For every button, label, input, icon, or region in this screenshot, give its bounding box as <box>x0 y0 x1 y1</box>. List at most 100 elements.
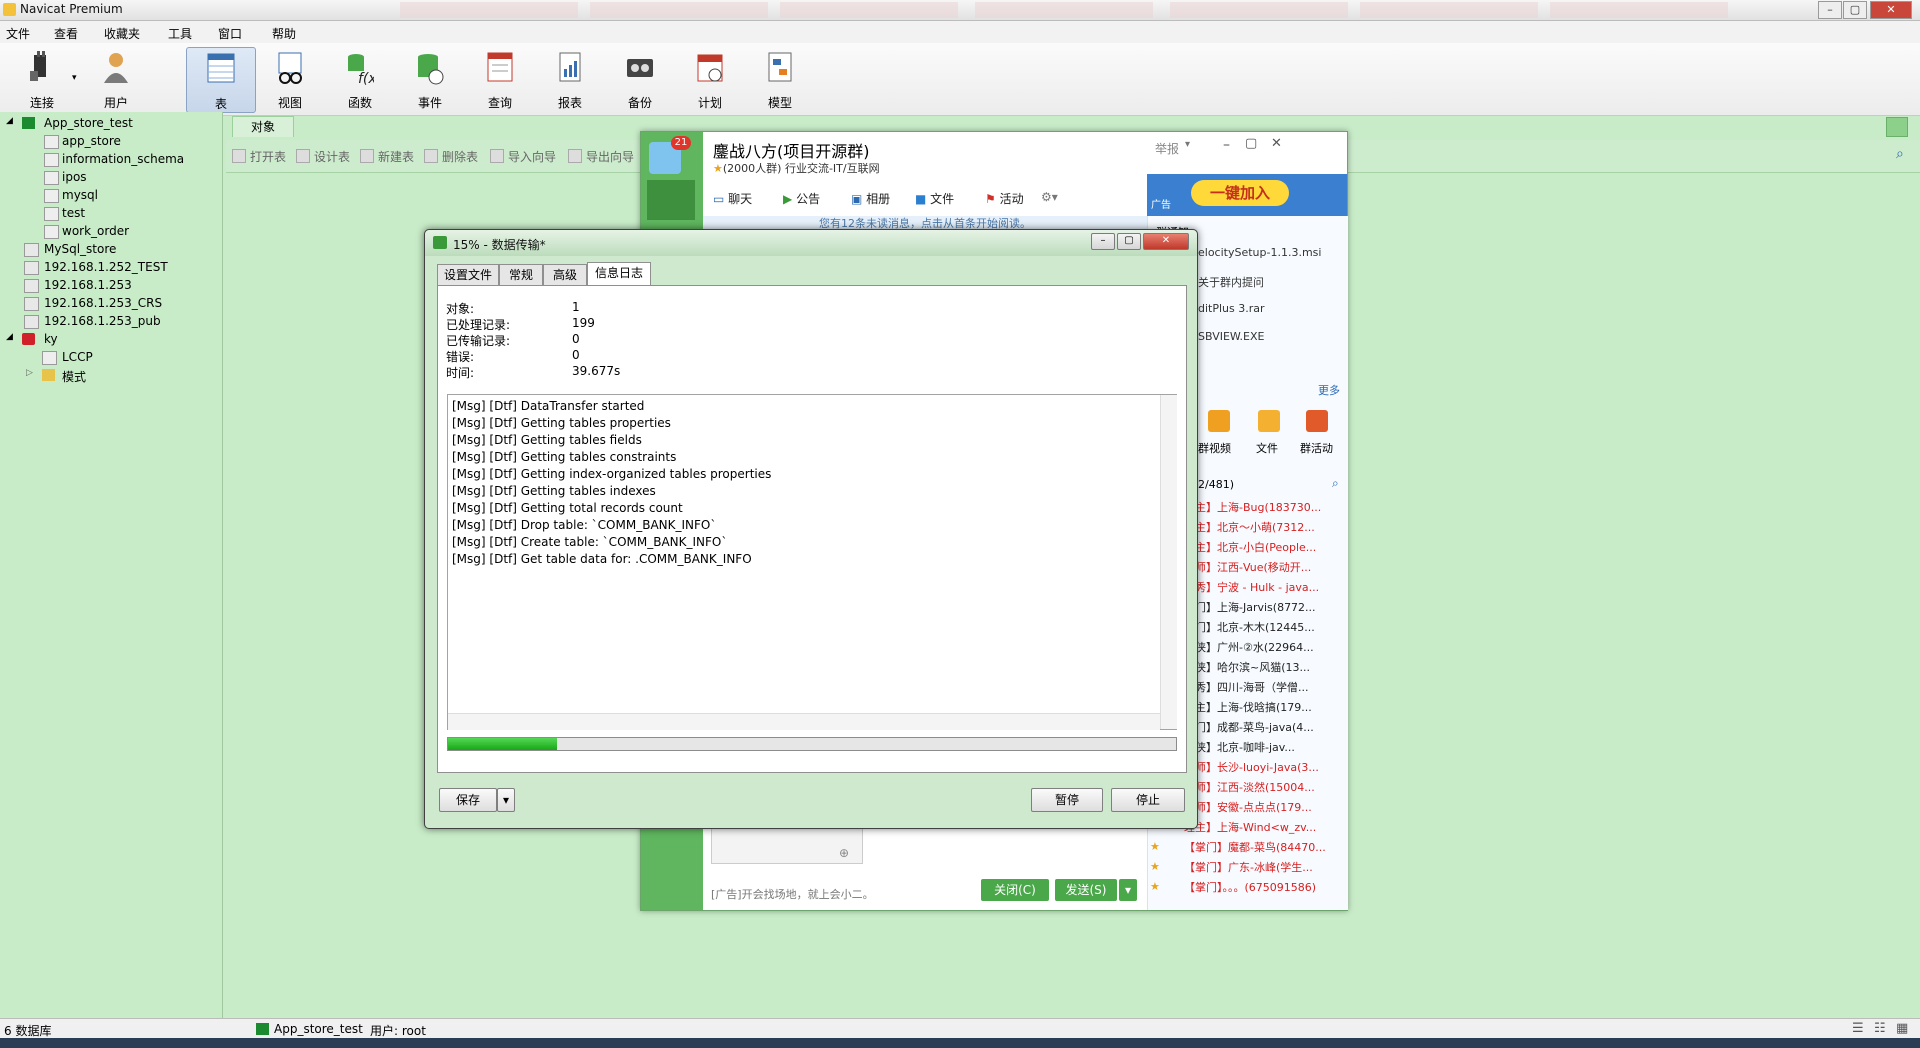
tab-log[interactable]: 信息日志 <box>587 262 651 286</box>
more-link[interactable]: 更多 <box>1318 382 1340 398</box>
query-button[interactable]: 查询 <box>468 47 532 111</box>
zoom-icon[interactable]: ⊕ <box>839 846 849 860</box>
file-item[interactable]: elocitySetup-1.1.3.msi <box>1198 246 1321 259</box>
member-item[interactable]: 大侠】北京-咖啡-jav... <box>1184 739 1346 755</box>
member-item[interactable]: 导师】江西-Vue(移动开... <box>1184 559 1346 575</box>
qq-tab-album[interactable]: ▣ 相册 <box>851 190 890 207</box>
connect-dropdown-icon[interactable]: ▾ <box>72 73 77 83</box>
connect-button[interactable]: 连接 <box>10 47 74 111</box>
menu-tools[interactable]: 工具 <box>168 25 192 42</box>
qq-tab-files[interactable]: ■ 文件 <box>915 190 954 207</box>
member-item[interactable]: 大侠】广州-②水(22964... <box>1184 639 1346 655</box>
member-item[interactable]: 理主】上海-Bug(183730... <box>1184 499 1346 515</box>
event-icon <box>418 54 444 85</box>
save-dropdown-chevron-icon[interactable]: ▾ <box>497 788 515 812</box>
member-item[interactable]: 导师】江西-淡然(15004... <box>1184 779 1346 795</box>
close-icon[interactable]: ✕ <box>1271 136 1282 151</box>
minimize-button[interactable]: – <box>1818 1 1842 19</box>
expand-arrow-icon[interactable]: ▷ <box>26 368 33 378</box>
function-button[interactable]: f(x) 函数 <box>328 47 392 111</box>
minimize-icon[interactable]: – <box>1223 137 1230 153</box>
join-button[interactable]: 一键加入 <box>1191 180 1289 206</box>
schedule-button[interactable]: 计划 <box>678 47 742 111</box>
tab-profile[interactable]: 设置文件 <box>437 264 499 286</box>
qq-tab-announcement[interactable]: ▶ 公告 <box>783 190 820 207</box>
model-button[interactable]: 模型 <box>748 47 812 111</box>
group-activity-icon[interactable] <box>1306 410 1328 432</box>
member-item[interactable]: 导师】长沙-luoyi-Java(3... <box>1184 759 1346 775</box>
group-video-icon[interactable] <box>1208 410 1230 432</box>
member-item[interactable]: 【掌门】魔都-菜鸟(84470... <box>1184 839 1346 855</box>
file-item[interactable]: SBVIEW.EXE <box>1198 330 1264 343</box>
save-button[interactable]: 保存 <box>439 788 497 812</box>
file-item[interactable]: ditPlus 3.rar <box>1198 302 1265 315</box>
list-view-icon[interactable]: ☰ <box>1852 1021 1864 1036</box>
send-options-chevron-icon[interactable]: ▾ <box>1119 879 1137 901</box>
log-textarea[interactable]: [Msg] [Dtf] DataTransfer started [Msg] [… <box>447 394 1177 730</box>
member-item[interactable]: 掌门】成都-菜鸟-java(4... <box>1184 719 1346 735</box>
tab-objects[interactable]: 对象 <box>232 116 294 137</box>
collapse-arrow-icon[interactable]: ◢ <box>6 332 13 342</box>
dialog-close-button[interactable]: ✕ <box>1143 233 1189 250</box>
settings-gear-icon[interactable]: ⚙▾ <box>1041 190 1058 204</box>
vertical-scrollbar[interactable] <box>1160 395 1177 729</box>
collapse-arrow-icon[interactable]: ◢ <box>6 116 13 126</box>
member-item[interactable]: 掌门】北京-木木(12445... <box>1184 619 1346 635</box>
member-item[interactable]: 导师】安徽-点点点(179... <box>1184 799 1346 815</box>
member-item[interactable]: 【掌门】广东-冰峰(学生... <box>1184 859 1346 875</box>
open-table-button[interactable]: 打开表 <box>232 148 286 165</box>
send-button[interactable]: 发送(S) <box>1055 879 1117 901</box>
delete-table-button[interactable]: 删除表 <box>424 148 478 165</box>
member-item[interactable]: 新秀】四川-海哥（学僧... <box>1184 679 1346 695</box>
member-item[interactable]: 理主】北京～小萌(7312... <box>1184 519 1346 535</box>
file-item[interactable]: 关于群内提问 <box>1198 274 1264 290</box>
log-panel: 对象: 1 已处理记录: 199 已传输记录: 0 错误: 0 时间: 39.6… <box>437 285 1187 773</box>
member-item[interactable]: 大侠】哈尔滨~风猫(13... <box>1184 659 1346 675</box>
chevron-down-icon[interactable]: ▾ <box>1185 139 1190 150</box>
pause-button[interactable]: 暂停 <box>1031 788 1103 812</box>
new-table-button[interactable]: 新建表 <box>360 148 414 165</box>
qq-tab-chat[interactable]: ▭ 聊天 <box>713 190 752 207</box>
member-item[interactable]: 掌门】上海-Jarvis(8772... <box>1184 599 1346 615</box>
close-button[interactable]: ✕ <box>1870 1 1912 19</box>
view-button[interactable]: 视图 <box>258 47 322 111</box>
tab-advanced[interactable]: 高级 <box>543 264 587 286</box>
member-item[interactable]: 【掌门】。。。(675091586) <box>1184 879 1346 895</box>
table-button[interactable]: 表 <box>186 47 256 113</box>
detail-view-icon[interactable]: ☷ <box>1874 1021 1886 1036</box>
menu-window[interactable]: 窗口 <box>218 25 242 42</box>
dialog-maximize-button[interactable]: ▢ <box>1117 233 1141 250</box>
grid-view-icon[interactable]: ▦ <box>1896 1021 1908 1036</box>
menu-view[interactable]: 查看 <box>54 25 78 42</box>
menu-file[interactable]: 文件 <box>6 25 30 42</box>
dialog-minimize-button[interactable]: – <box>1091 233 1115 250</box>
search-icon[interactable]: ⌕ <box>1332 476 1339 491</box>
report-link[interactable]: 举报 <box>1155 140 1179 157</box>
search-icon[interactable]: ⌕ <box>1896 146 1904 162</box>
tab-general[interactable]: 常规 <box>499 264 543 286</box>
menu-help[interactable]: 帮助 <box>272 25 296 42</box>
close-chat-button[interactable]: 关闭(C) <box>981 879 1049 901</box>
member-item[interactable]: 理主】上海-伐晗搞(179... <box>1184 699 1346 715</box>
qq-tab-activity[interactable]: ⚑ 活动 <box>985 190 1024 207</box>
member-item[interactable]: 新秀】宁波 - Hulk - java... <box>1184 579 1346 595</box>
maximize-icon[interactable]: ▢ <box>1245 136 1257 151</box>
export-wizard-button[interactable]: 导出向导 <box>568 148 634 165</box>
maximize-button[interactable]: ▢ <box>1843 1 1867 19</box>
new-tab-icon[interactable] <box>1886 117 1908 137</box>
report-button[interactable]: 报表 <box>538 47 602 111</box>
menu-favorites[interactable]: 收藏夹 <box>104 25 140 42</box>
design-table-button[interactable]: 设计表 <box>296 148 350 165</box>
group-files-icon[interactable] <box>1258 410 1280 432</box>
backup-button[interactable]: 备份 <box>608 47 672 111</box>
user-button[interactable]: 用户 <box>84 47 148 111</box>
horizontal-scrollbar[interactable] <box>448 713 1160 730</box>
event-button[interactable]: 事件 <box>398 47 462 111</box>
member-item[interactable]: 理主】上海-Wind<w_zv... <box>1184 819 1346 835</box>
group-app-icon[interactable] <box>647 180 695 220</box>
import-wizard-button[interactable]: 导入向导 <box>490 148 556 165</box>
stop-button[interactable]: 停止 <box>1111 788 1185 812</box>
svg-text:f(x): f(x) <box>358 71 374 85</box>
member-item[interactable]: 理主】北京-小白(People... <box>1184 539 1346 555</box>
ad-footer[interactable]: [广告]开会找场地，就上会小二。 <box>711 886 874 902</box>
